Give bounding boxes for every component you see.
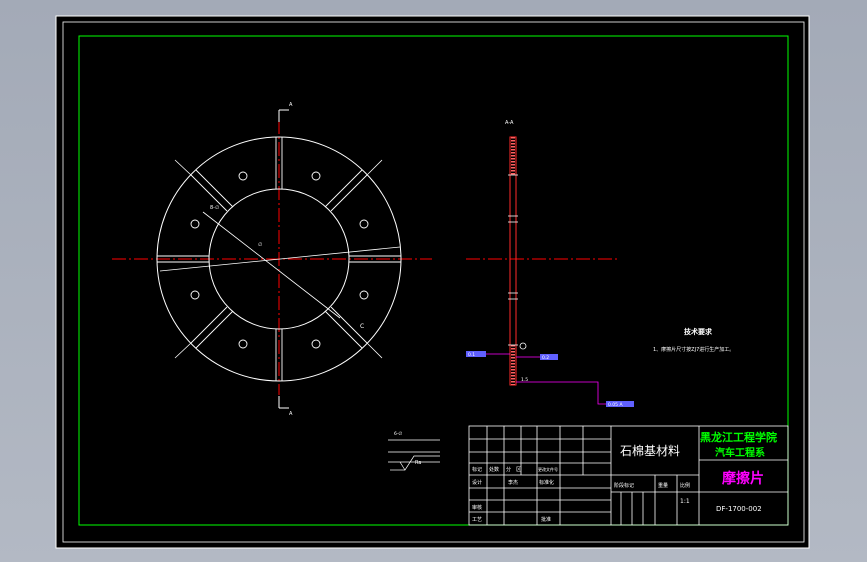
- callout-3: 1.5: [521, 377, 528, 383]
- label-weight: 重量: [658, 482, 668, 489]
- label-standard: 标准化: [539, 479, 554, 486]
- callout-1: 0.1: [468, 352, 475, 358]
- roughness-line-1: 6-∅: [394, 431, 402, 437]
- label-designer: 设计: [472, 479, 482, 486]
- part-name: 摩擦片: [722, 470, 764, 487]
- cad-drawing[interactable]: 8-∅ ∅ C A A A-A 0.1 0.2 1.5 0.05 A 技术要求 …: [0, 0, 867, 562]
- label-count: 处数: [489, 466, 499, 473]
- label-approve: 批准: [541, 516, 551, 523]
- hole-note-label: 8-∅: [210, 205, 219, 211]
- scale-value: 1:1: [680, 498, 690, 505]
- material-label: 石棉基材料: [620, 444, 680, 458]
- label-mark: 标记: [472, 466, 482, 473]
- school-name: 黑龙江工程学院: [700, 430, 777, 444]
- callout-4: 0.05 A: [608, 402, 623, 408]
- drawing-sheet: [55, 15, 810, 549]
- label-designer-name: 李杰: [508, 479, 518, 486]
- section-mark-top: A: [289, 102, 293, 108]
- label-review: 审核: [472, 504, 482, 511]
- section-label: A-A: [505, 120, 514, 126]
- cad-viewport[interactable]: 8-∅ ∅ C A A A-A 0.1 0.2 1.5 0.05 A 技术要求 …: [0, 0, 867, 562]
- label-stage: 阶段标记: [614, 482, 634, 489]
- roughness-line-2: Ra: [415, 460, 421, 466]
- label-ratio: 比例: [680, 482, 690, 489]
- label-zone: 分 区: [506, 466, 521, 473]
- chamfer-label: C: [360, 323, 364, 330]
- section-mark-bottom: A: [289, 411, 293, 417]
- label-change-doc: 更改文件号: [538, 466, 558, 472]
- label-process: 工艺: [472, 517, 482, 523]
- diameter-label: ∅: [258, 242, 262, 248]
- tech-requirements-item: 1、摩擦片尺寸按ZJ7进行生产加工。: [653, 346, 734, 353]
- drawing-number: DF-1700-002: [716, 505, 762, 513]
- department-name: 汽车工程系: [715, 446, 765, 459]
- callout-2: 0.2: [542, 355, 549, 361]
- tech-requirements-title: 技术要求: [684, 327, 713, 336]
